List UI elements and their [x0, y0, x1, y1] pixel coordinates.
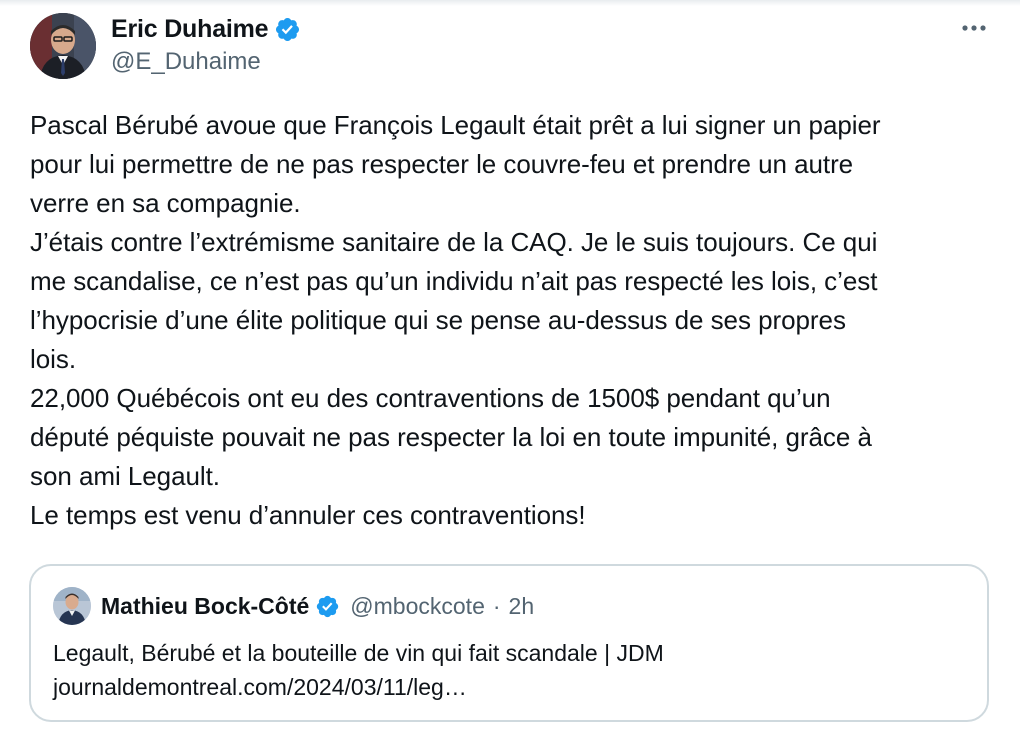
quoted-tweet-card[interactable]: Mathieu Bock-Côté @mbockcote · 2h Legaul…: [29, 564, 989, 722]
previous-tweet-edge: [0, 0, 1020, 6]
quoted-author-handle: @mbockcote: [350, 592, 485, 619]
quoted-author-name: Mathieu Bock-Côté: [101, 592, 310, 619]
avatar-photo-icon: [53, 587, 91, 625]
tweet-text: Pascal Bérubé avoue que François Legault…: [30, 110, 881, 530]
more-horizontal-icon: [962, 25, 986, 31]
separator-dot: ·: [492, 592, 501, 619]
author-handle[interactable]: @E_Duhaime: [111, 48, 261, 76]
verified-badge-icon: [274, 16, 301, 43]
quoted-timestamp: 2h: [508, 592, 535, 619]
quoted-text: Legault, Bérubé et la bouteille de vin q…: [53, 640, 664, 700]
verified-badge-icon: [315, 594, 340, 619]
author-name[interactable]: Eric Duhaime: [111, 15, 269, 44]
quoted-author-avatar: [53, 587, 91, 625]
quoted-header: Mathieu Bock-Côté @mbockcote · 2h: [101, 590, 534, 622]
author-name-row: Eric Duhaime: [111, 12, 301, 46]
author-avatar[interactable]: [30, 13, 96, 79]
avatar-photo-icon: [30, 13, 96, 79]
more-options-button[interactable]: [960, 16, 988, 40]
